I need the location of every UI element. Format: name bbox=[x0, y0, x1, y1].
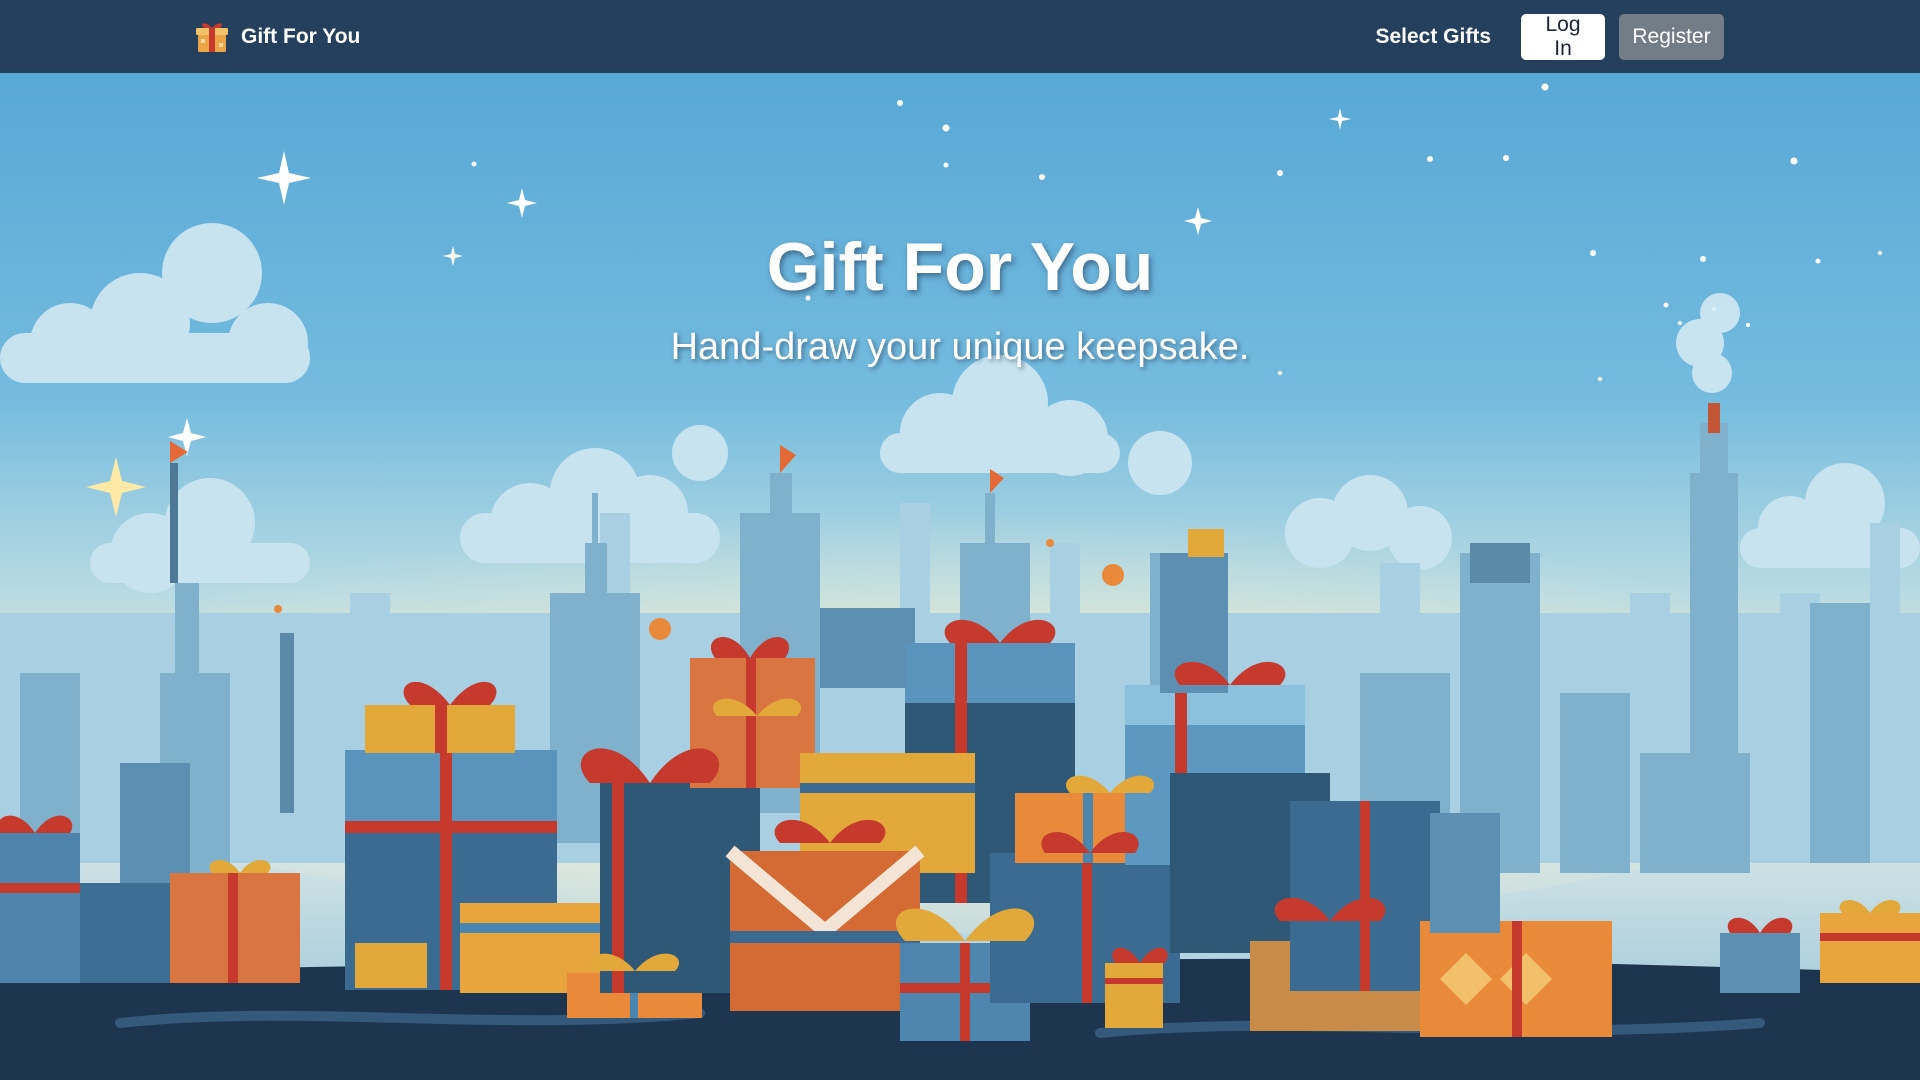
gift-icon bbox=[196, 23, 228, 52]
select-gifts-link[interactable]: Select Gifts bbox=[1375, 25, 1491, 49]
register-button[interactable]: Register bbox=[1619, 14, 1724, 60]
nav-actions: Select Gifts Log In Register bbox=[1375, 13, 1724, 60]
hero-title: Gift For You bbox=[766, 229, 1154, 305]
hero-subtitle: Hand-draw your unique keepsake. bbox=[670, 326, 1250, 368]
brand-link[interactable]: Gift For You bbox=[195, 20, 360, 54]
navbar: Gift For You Select Gifts Log In Registe… bbox=[0, 0, 1920, 73]
login-button[interactable]: Log In bbox=[1521, 13, 1605, 60]
hero-section: Gift For You Hand-draw your unique keeps… bbox=[0, 73, 1920, 1080]
brand-name: Gift For You bbox=[241, 25, 361, 48]
gift-city-illustration bbox=[0, 73, 1920, 1080]
